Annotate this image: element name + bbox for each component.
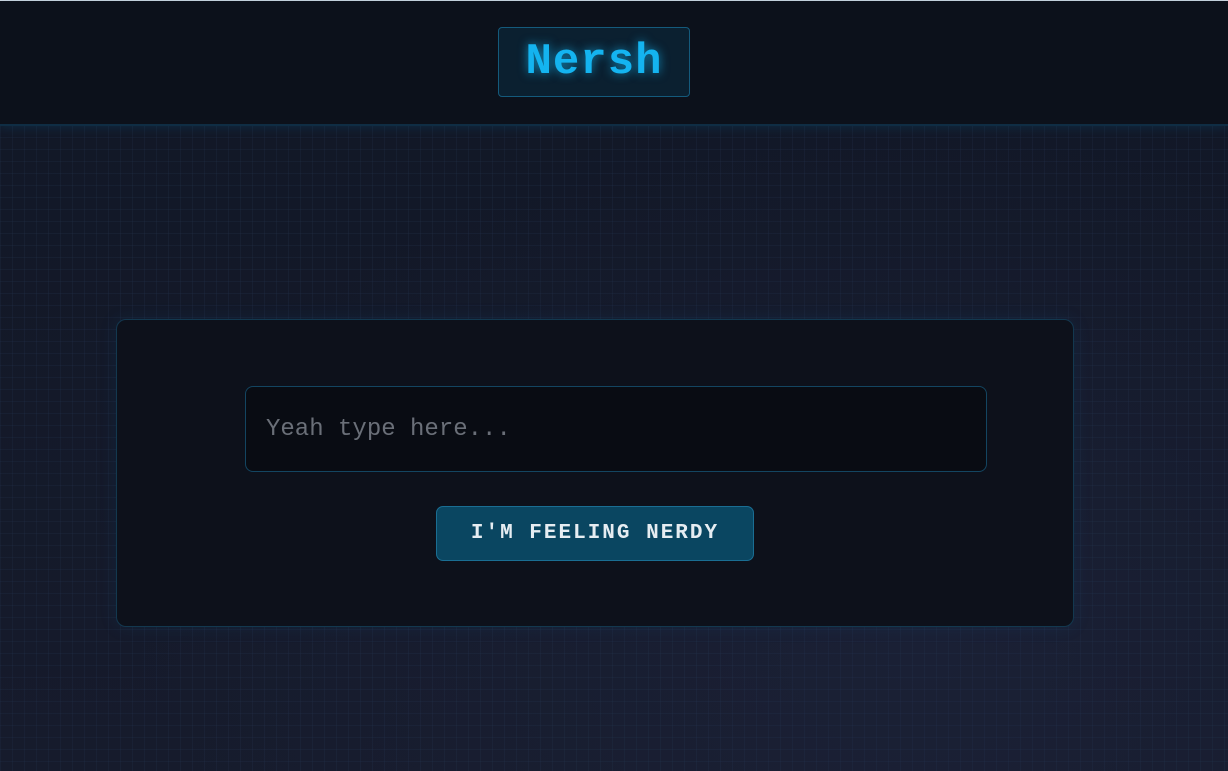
- search-card: I'M FEELING NERDY: [116, 319, 1074, 627]
- logo-text: Nersh: [525, 37, 663, 87]
- search-input[interactable]: [245, 386, 987, 472]
- logo-link[interactable]: Nersh: [498, 27, 690, 97]
- page: Nersh I'M FEELING NERDY: [0, 0, 1228, 771]
- header-bar: Nersh: [0, 1, 1228, 126]
- feeling-nerdy-button[interactable]: I'M FEELING NERDY: [436, 506, 754, 561]
